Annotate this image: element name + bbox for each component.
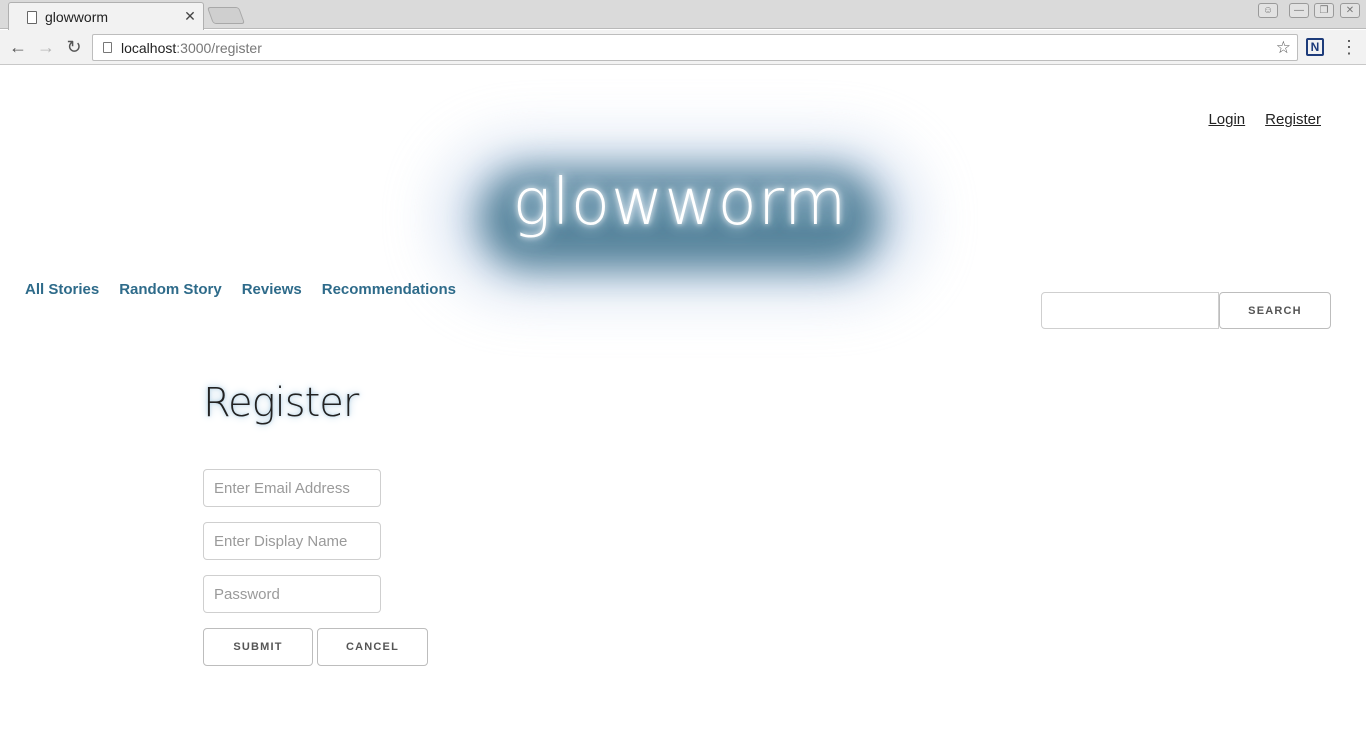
address-bar[interactable]: localhost:3000/register ☆ [92, 34, 1298, 61]
register-link[interactable]: Register [1265, 111, 1321, 128]
display-name-field[interactable] [203, 522, 381, 560]
cancel-button[interactable]: CANCEL [317, 628, 428, 666]
logo-text: glowworm [512, 166, 848, 240]
main-nav: All Stories Random Story Reviews Recomme… [25, 281, 456, 298]
close-window-icon[interactable]: ✕ [1340, 3, 1360, 18]
browser-tab[interactable]: glowworm ✕ [8, 2, 204, 30]
nav-all-stories[interactable]: All Stories [25, 281, 99, 298]
nav-reviews[interactable]: Reviews [242, 281, 302, 298]
password-field[interactable] [203, 575, 381, 613]
forward-arrow-icon[interactable]: → [35, 36, 57, 58]
bookmark-star-icon[interactable]: ☆ [1276, 38, 1291, 58]
reload-icon[interactable]: ↻ [63, 36, 85, 58]
tab-title: glowworm [45, 9, 109, 25]
url-path: :3000/register [176, 40, 262, 56]
page-info-icon[interactable] [103, 42, 112, 53]
url-text[interactable]: localhost:3000/register [121, 40, 262, 56]
search-input[interactable] [1041, 292, 1219, 329]
browser-tab-strip: glowworm ✕ ☺ — ❐ ✕ [0, 0, 1366, 30]
nav-recommendations[interactable]: Recommendations [322, 281, 456, 298]
extension-icon[interactable]: N [1306, 38, 1324, 56]
site-logo[interactable]: glowworm [430, 121, 930, 311]
close-tab-icon[interactable]: ✕ [183, 8, 197, 25]
submit-button[interactable]: SUBMIT [203, 628, 313, 666]
browser-toolbar: ← → ↻ localhost:3000/register ☆ N ⋮ [0, 30, 1366, 65]
kebab-menu-icon[interactable]: ⋮ [1340, 36, 1358, 58]
email-field[interactable] [203, 469, 381, 507]
page-title: Register [203, 380, 359, 426]
new-tab-button[interactable] [206, 7, 246, 24]
minimize-window-icon[interactable]: — [1289, 3, 1309, 18]
restore-window-icon[interactable]: ❐ [1314, 3, 1334, 18]
search-button[interactable]: SEARCH [1219, 292, 1331, 329]
profile-icon[interactable]: ☺ [1258, 3, 1278, 18]
page-icon [27, 11, 37, 24]
login-link[interactable]: Login [1208, 111, 1245, 128]
url-host: localhost [121, 40, 177, 56]
page: Login Register glowworm All Stories Rand… [0, 66, 1366, 744]
back-arrow-icon[interactable]: ← [7, 36, 29, 58]
auth-links: Login Register [1208, 111, 1321, 128]
nav-random-story[interactable]: Random Story [119, 281, 222, 298]
